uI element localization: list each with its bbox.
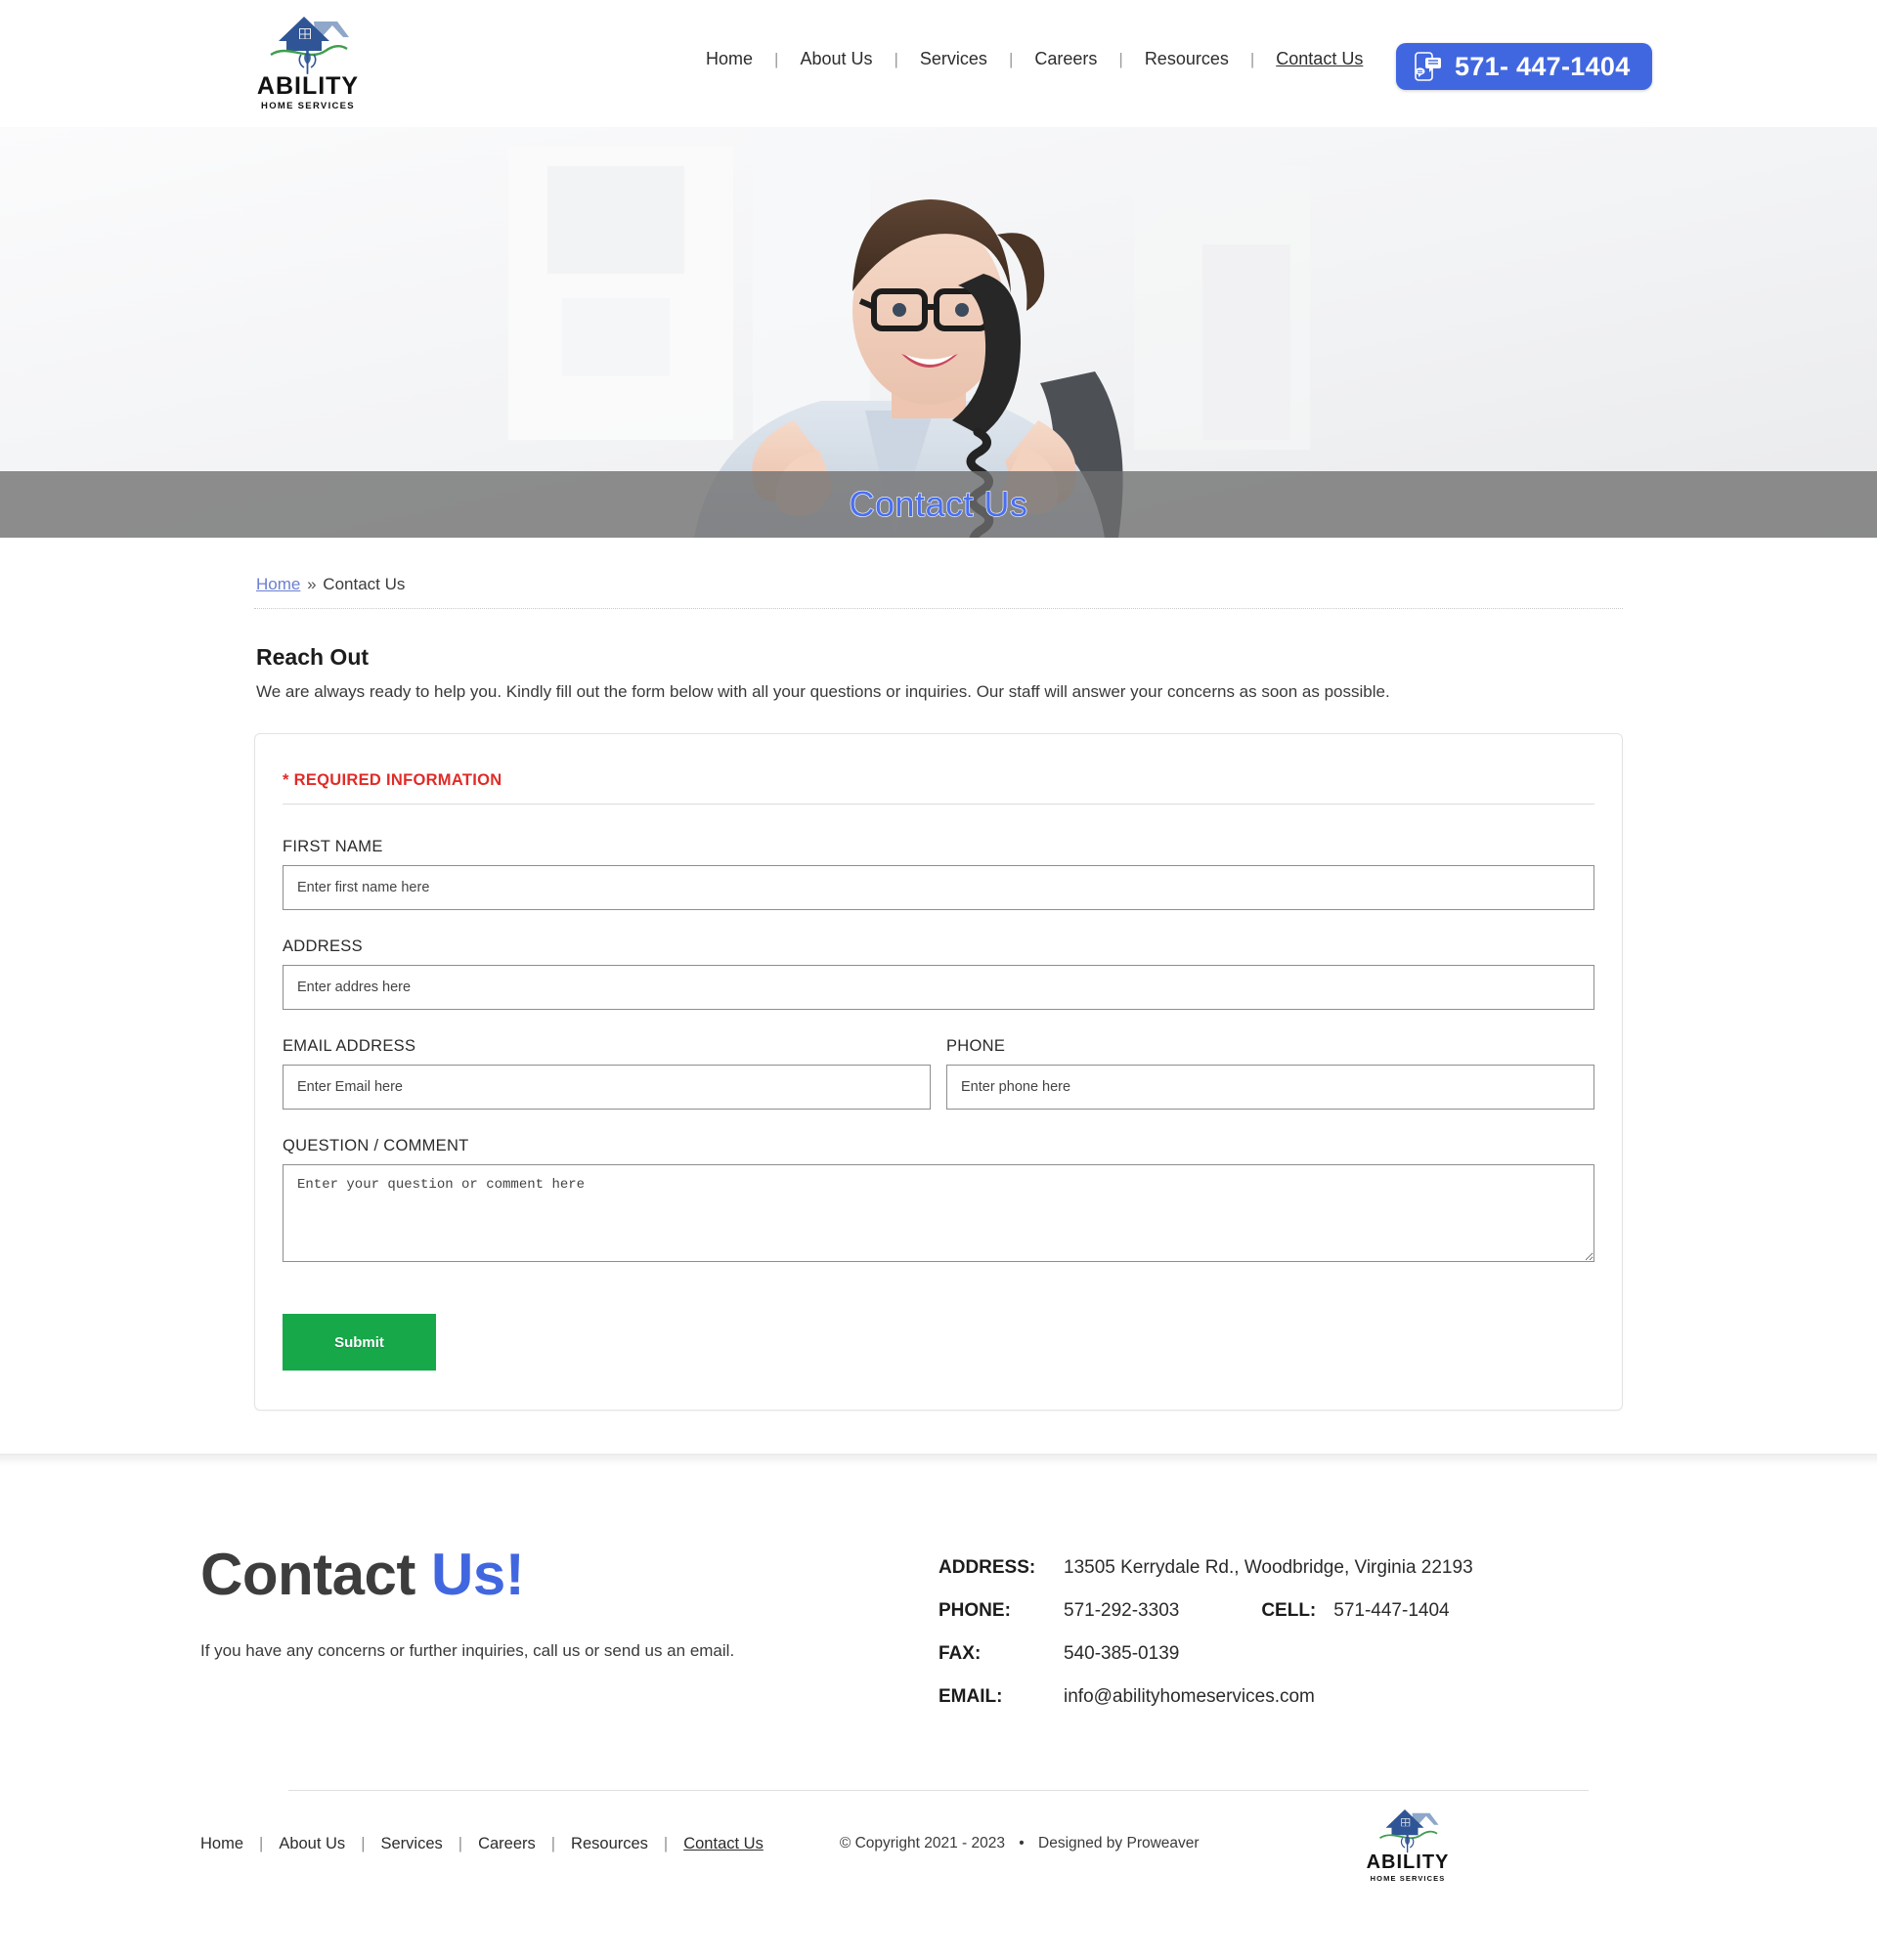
nav-item-about-us[interactable]: About Us (778, 49, 894, 69)
footer-fax-row: FAX: 540-385-0139 (938, 1643, 1681, 1665)
footer-nav-contact-us[interactable]: Contact Us (668, 1835, 779, 1853)
logo-wordmark: ABILITY (256, 72, 360, 100)
footer-bottom-bar: Home | About Us | Services | Careers | R… (196, 1791, 1681, 1896)
ability-logo-icon (270, 17, 349, 74)
page-title: Reach Out (256, 644, 370, 670)
submit-button[interactable]: Submit (283, 1314, 436, 1371)
email-value[interactable]: info@abilityhomeservices.com (1064, 1686, 1315, 1708)
designer-credit: Designed by Proweaver (1038, 1835, 1200, 1851)
header-phone-number: 571- 447-1404 (1455, 51, 1631, 81)
address-value: 13505 Kerrydale Rd., Woodbridge, Virgini… (1064, 1557, 1473, 1578)
footer-logo[interactable]: ABILITY HOME SERVICES (1363, 1806, 1453, 1883)
nav-item-home[interactable]: Home (684, 49, 774, 69)
first-name-input[interactable] (283, 865, 1594, 910)
phone-label: PHONE: (938, 1600, 1011, 1621)
phone-field-group: PHONE (946, 1037, 1594, 1110)
footer-address-row: ADDRESS: 13505 Kerrydale Rd., Woodbridge… (938, 1557, 1681, 1579)
first-name-field-group: FIRST NAME (283, 838, 1594, 910)
required-information-note: * REQUIRED INFORMATION (283, 771, 502, 789)
footer-email-row: EMAIL: info@abilityhomeservices.com (938, 1686, 1681, 1708)
logo-tagline: HOME SERVICES (261, 101, 355, 111)
ability-logo-icon (1379, 1808, 1439, 1852)
nav-item-services[interactable]: Services (898, 49, 1009, 69)
email-phone-row: EMAIL ADDRESS PHONE (283, 1037, 1594, 1110)
footer-heading: Contact Us! (200, 1546, 938, 1604)
footer-logo-tagline: HOME SERVICES (1370, 1873, 1446, 1883)
site-footer: Contact Us! If you have any concerns or … (0, 1465, 1877, 1896)
address-field-group: ADDRESS (283, 937, 1594, 1010)
footer-nav-resources[interactable]: Resources (555, 1835, 664, 1853)
footer-intro: Contact Us! If you have any concerns or … (196, 1546, 938, 1729)
copyright-text: © Copyright 2021 - 2023 • Designed by Pr… (840, 1835, 1200, 1852)
breadcrumb-separator: » (307, 575, 317, 593)
footer-navigation: Home | About Us | Services | Careers | R… (200, 1835, 779, 1853)
breadcrumb-home-link[interactable]: Home (256, 575, 300, 593)
footer-nav-careers[interactable]: Careers (462, 1835, 551, 1853)
footer-heading-main: Contact (200, 1542, 431, 1607)
footer-heading-accent: Us! (431, 1542, 525, 1607)
primary-navigation: Home | About Us | Services | Careers | R… (684, 49, 1384, 69)
content-footer-divider (0, 1454, 1877, 1465)
nav-item-contact-us[interactable]: Contact Us (1254, 49, 1384, 69)
fax-value: 540-385-0139 (1064, 1643, 1180, 1664)
footer-logo-wordmark: ABILITY (1366, 1851, 1450, 1873)
email-label: EMAIL ADDRESS (283, 1037, 416, 1055)
address-label: ADDRESS (283, 937, 363, 955)
page-description: We are always ready to help you. Kindly … (256, 682, 1390, 701)
header-phone-button[interactable]: 571- 447-1404 (1396, 43, 1652, 90)
breadcrumb: Home » Contact Us (254, 565, 1623, 609)
footer-tagline: If you have any concerns or further inqu… (200, 1641, 735, 1660)
page-content: Home » Contact Us Reach Out We are alway… (254, 538, 1623, 1411)
nav-item-careers[interactable]: Careers (1013, 49, 1118, 69)
question-textarea[interactable] (283, 1164, 1594, 1262)
hero-title: Contact Us (849, 483, 1028, 524)
site-logo[interactable]: ABILITY HOME SERVICES (249, 12, 367, 117)
email-field-group: EMAIL ADDRESS (283, 1037, 931, 1110)
mobile-chat-icon (1415, 52, 1441, 81)
phone-value[interactable]: 571-292-3303 (1064, 1600, 1179, 1622)
copyright-years: © Copyright 2021 - 2023 (839, 1835, 1005, 1851)
phone-label: PHONE (946, 1037, 1006, 1055)
address-input[interactable] (283, 965, 1594, 1010)
form-divider (283, 804, 1594, 805)
cell-value[interactable]: 571-447-1404 (1333, 1600, 1449, 1622)
footer-nav-about-us[interactable]: About Us (263, 1835, 361, 1853)
nav-item-resources[interactable]: Resources (1123, 49, 1250, 69)
copyright-dot: • (1019, 1835, 1025, 1851)
breadcrumb-current: Contact Us (323, 575, 406, 593)
first-name-label: FIRST NAME (283, 838, 383, 855)
cell-label: CELL: (1261, 1600, 1317, 1621)
fax-label: FAX: (938, 1643, 982, 1664)
email-input[interactable] (283, 1065, 931, 1110)
phone-input[interactable] (946, 1065, 1594, 1110)
email-label: EMAIL: (938, 1686, 1003, 1707)
contact-form-card: * REQUIRED INFORMATION FIRST NAME ADDRES… (254, 733, 1623, 1411)
question-label: QUESTION / COMMENT (283, 1137, 469, 1154)
footer-phone-row: PHONE: 571-292-3303 CELL: 571-447-1404 (938, 1600, 1681, 1622)
hero-title-bar: Contact Us (0, 471, 1877, 538)
address-label: ADDRESS: (938, 1557, 1036, 1578)
footer-nav-home[interactable]: Home (200, 1835, 259, 1853)
site-header: ABILITY HOME SERVICES Home | About Us | … (0, 0, 1877, 127)
footer-nav-services[interactable]: Services (365, 1835, 458, 1853)
hero-banner: Contact Us (0, 127, 1877, 538)
footer-contact-details: ADDRESS: 13505 Kerrydale Rd., Woodbridge… (938, 1546, 1681, 1729)
question-field-group: QUESTION / COMMENT (283, 1137, 1594, 1267)
